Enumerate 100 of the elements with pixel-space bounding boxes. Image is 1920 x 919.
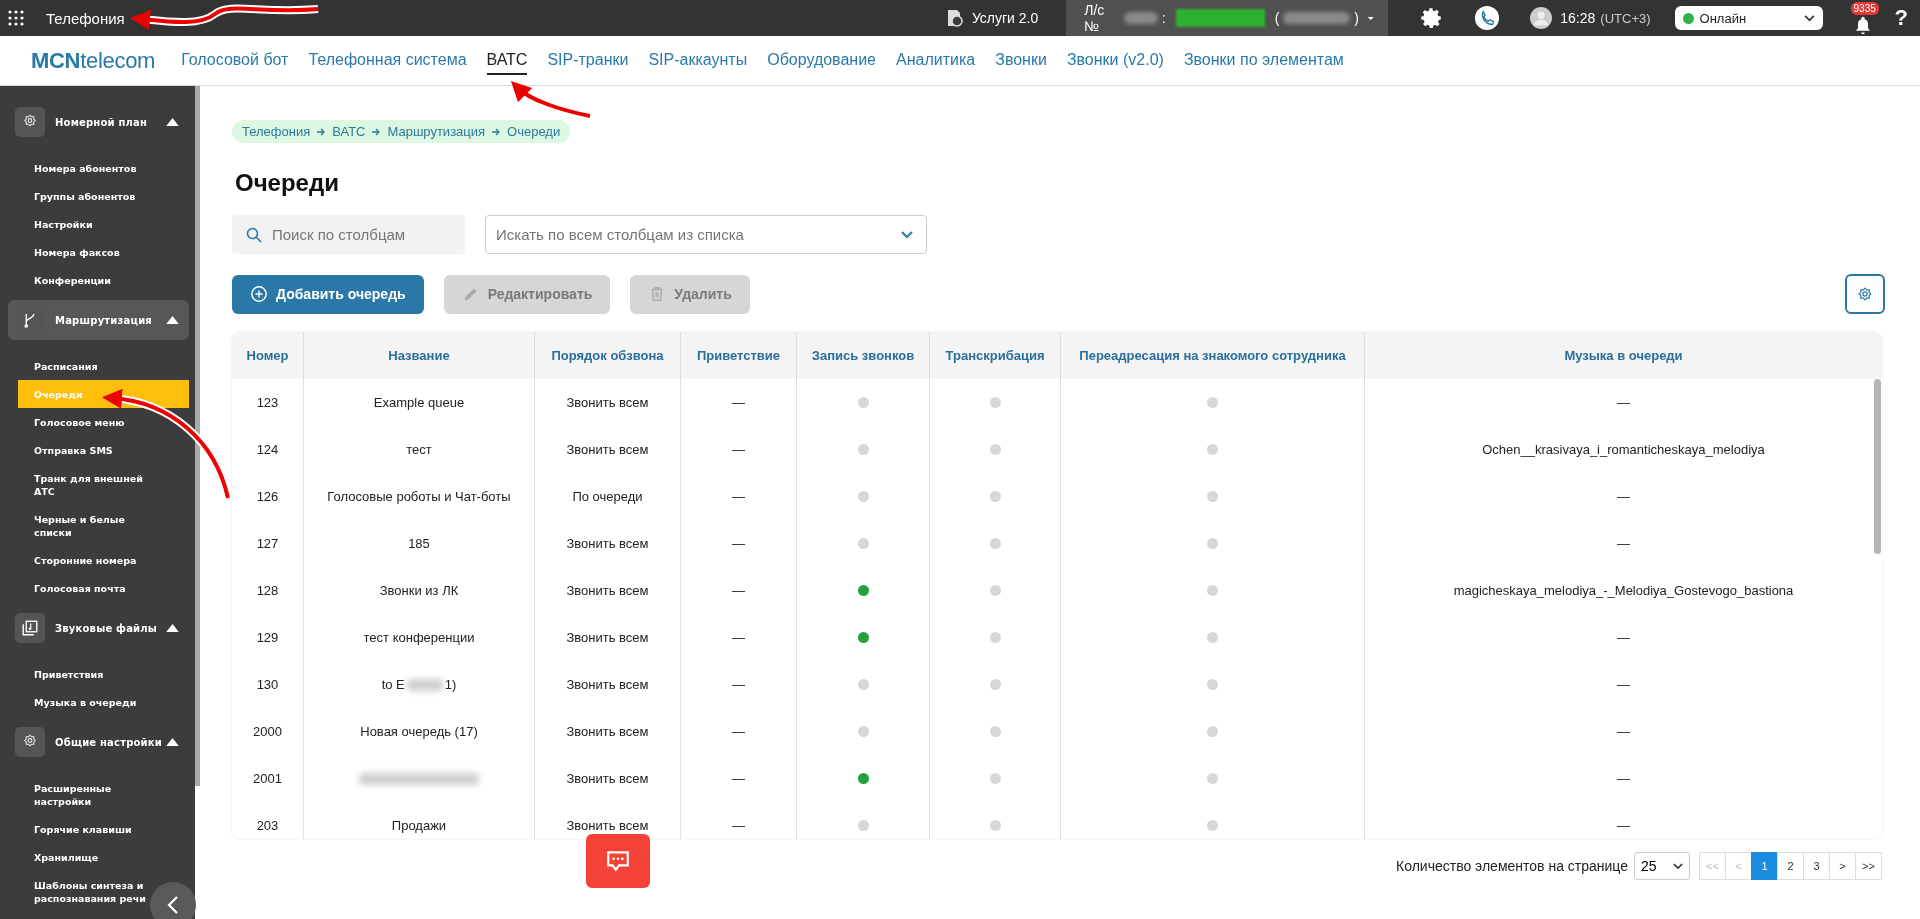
- table-cell: to Е: [381, 677, 405, 692]
- redacted-text: [1283, 12, 1351, 24]
- table-cell: —: [681, 708, 797, 755]
- sidebar-item[interactable]: Шаблоны синтеза и распознавания речи: [18, 871, 149, 912]
- apps-grid-icon[interactable]: [8, 10, 24, 26]
- sidebar-item[interactable]: Черные и белые списки: [18, 505, 149, 546]
- sidebar-item[interactable]: Горячие клавиши: [18, 815, 132, 843]
- column-header[interactable]: Переадресация на знакомого сотрудника: [1061, 332, 1365, 379]
- chevron-icon: [1803, 14, 1815, 22]
- sidebar-item[interactable]: Конференции: [18, 266, 111, 294]
- column-select[interactable]: Искать по всем столбцам из списка: [485, 215, 927, 254]
- chevron-icon: [1673, 862, 1683, 870]
- nav-tab[interactable]: Оборудование: [767, 46, 876, 75]
- chevron-left-icon: [167, 895, 179, 915]
- sidebar-item[interactable]: Настройки: [18, 210, 93, 238]
- table-cell: 130: [232, 661, 304, 708]
- sidebar-group[interactable]: Звуковые файлы: [8, 608, 189, 648]
- sidebar-item[interactable]: Голосовое меню: [18, 408, 125, 436]
- sidebar-group[interactable]: Номерной план: [8, 102, 189, 142]
- table-cell: По очереди: [535, 473, 681, 520]
- sidebar-group[interactable]: Общие настройки: [8, 722, 189, 762]
- sidebar-item[interactable]: Сторонние номера: [18, 546, 137, 574]
- sidebar-item[interactable]: Расписания: [18, 352, 98, 380]
- table-cell: 124: [232, 426, 304, 473]
- page-button[interactable]: >: [1829, 852, 1856, 880]
- page-button[interactable]: 1: [1751, 852, 1778, 880]
- status-dropdown[interactable]: Онлайн: [1674, 6, 1823, 30]
- phone-icon[interactable]: [1474, 5, 1501, 31]
- sidebar-item[interactable]: Приветствия: [18, 660, 104, 688]
- table-cell: —: [681, 614, 797, 661]
- column-header[interactable]: Номер: [232, 332, 304, 379]
- table-cell: Звонки из ЛК: [379, 583, 459, 598]
- sidebar-item[interactable]: Транк для внешней АТС: [18, 464, 149, 505]
- breadcrumb-link[interactable]: ВАТС: [332, 124, 366, 139]
- table-cell: Продажи: [391, 818, 447, 833]
- chat-button[interactable]: [586, 834, 650, 888]
- table-cell: Звонить всем: [535, 661, 681, 708]
- nav-tab[interactable]: SIP-транки: [547, 46, 629, 75]
- page-size-label: Количество элементов на странице: [1396, 858, 1628, 874]
- triangle-icon: [166, 738, 179, 746]
- scrollbar-thumb[interactable]: [1874, 379, 1881, 554]
- sidebar-item[interactable]: Расширенные настройки: [18, 774, 149, 815]
- table-cell: Звонить всем: [535, 520, 681, 567]
- services-link[interactable]: Услуги 2.0: [971, 10, 1039, 26]
- column-header[interactable]: Приветствие: [681, 332, 797, 379]
- table-cell-text: Ochen__krasivaya_i_romanticheskaya_melodiya: [1481, 441, 1766, 459]
- column-header[interactable]: Запись звонков: [797, 332, 930, 379]
- settings-button[interactable]: [1845, 274, 1885, 314]
- table-cell: тест конференции: [363, 630, 475, 645]
- search-icon: [246, 227, 262, 243]
- table-cell: 129: [232, 614, 304, 661]
- account-selector[interactable]: Л/с № : ( ): [1066, 0, 1389, 36]
- add-button[interactable]: Добавить очередь: [232, 274, 424, 314]
- breadcrumb-link[interactable]: Маршрутизация: [387, 124, 486, 139]
- sidebar-item[interactable]: Номера абонентов: [18, 154, 137, 182]
- table-cell: 2001: [232, 755, 304, 802]
- nav-tab[interactable]: Звонки (v2.0): [1066, 46, 1164, 75]
- page-button[interactable]: 2: [1777, 852, 1804, 880]
- table-cell: Звонить всем: [535, 379, 681, 426]
- scrollbar-thumb[interactable]: [195, 86, 200, 786]
- breadcrumb-link[interactable]: Очереди: [507, 124, 561, 139]
- sidebar-item[interactable]: Хранилище: [18, 843, 99, 871]
- column-header[interactable]: Порядок обзвона: [535, 332, 681, 379]
- sidebar-group[interactable]: Маршрутизация: [8, 300, 189, 340]
- page-button[interactable]: >>: [1855, 852, 1882, 880]
- avatar-icon[interactable]: [1530, 7, 1553, 29]
- nav-tab[interactable]: Аналитика: [896, 46, 976, 75]
- table-cell: Звонить всем: [535, 426, 681, 473]
- nav-tab[interactable]: Голосовой бот: [181, 46, 289, 75]
- sidebar-item[interactable]: Отправка SMS: [18, 436, 113, 464]
- triangle-icon: [166, 624, 179, 632]
- page-size-select[interactable]: 25: [1634, 852, 1690, 880]
- help-link[interactable]: ?: [1894, 5, 1908, 31]
- nav-tab[interactable]: Звонки по элементам: [1183, 46, 1344, 75]
- column-header[interactable]: Транскрибация: [930, 332, 1061, 379]
- table-cell: Голосовые роботы и Чат-боты: [327, 489, 511, 504]
- table-cell: —: [681, 520, 797, 567]
- nav-tab[interactable]: ВАТС: [486, 46, 528, 75]
- table-cell: 185: [408, 536, 430, 551]
- sidebar-item[interactable]: Номера факсов: [18, 238, 120, 266]
- table-cell: Звонить всем: [535, 567, 681, 614]
- table-cell: Звонить всем: [535, 614, 681, 661]
- nav-tab[interactable]: Звонки: [995, 46, 1047, 75]
- table-cell-text: —: [1616, 817, 1631, 835]
- arrow-icon: [316, 126, 327, 137]
- nav-tab[interactable]: SIP-аккаунты: [648, 46, 748, 75]
- page-button[interactable]: 3: [1803, 852, 1830, 880]
- table-cell: 203: [232, 802, 304, 839]
- column-header[interactable]: Музыка в очереди: [1365, 332, 1882, 379]
- search-field[interactable]: Поиск по столбцам: [232, 215, 465, 254]
- nav-tab[interactable]: Телефонная система: [308, 46, 467, 75]
- breadcrumb-link[interactable]: Телефония: [242, 124, 311, 139]
- sidebar-item[interactable]: Музыка в очереди: [18, 688, 137, 716]
- table-cell: 128: [232, 567, 304, 614]
- collapse-button[interactable]: [150, 882, 196, 919]
- sidebar-item[interactable]: Голосовая почта: [18, 574, 126, 602]
- logo[interactable]: MCNtelecom: [31, 47, 156, 74]
- column-header[interactable]: Название: [304, 332, 535, 379]
- timezone-label: (UTC+3): [1600, 10, 1651, 26]
- sidebar-item[interactable]: Группы абонентов: [18, 182, 136, 210]
